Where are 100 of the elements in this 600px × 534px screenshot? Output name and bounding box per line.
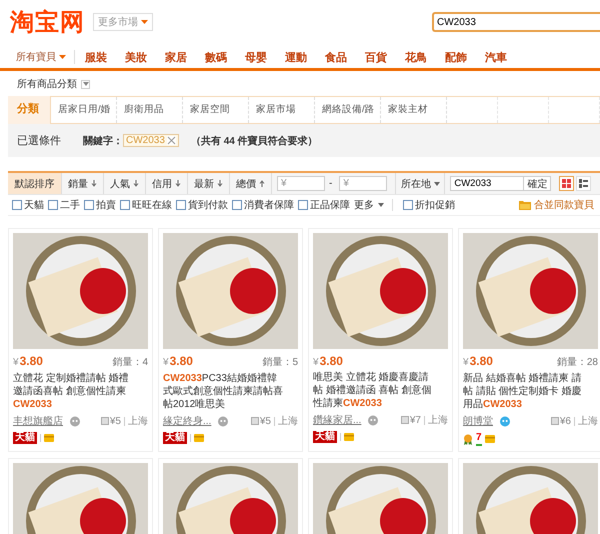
sort-button[interactable]: 默認排序 [8, 173, 62, 194]
filter-checkbox[interactable]: 拍賣 [84, 198, 116, 212]
category-link[interactable]: 網絡設備/路 [315, 97, 381, 123]
more-dropdown[interactable]: 更多 [354, 198, 384, 212]
card-icon[interactable] [44, 434, 54, 442]
location: 上海 [428, 414, 448, 427]
folder-icon [519, 200, 531, 210]
product-card[interactable]: ¥3.80 銷量：4 立體花 定制婚禮請帖 婚禮邀請函喜帖 創意個性請柬 CW2033 丰想旗艦店 ¥5 上海 天貓 [8, 228, 153, 452]
shop-link[interactable]: 鑽緣家居... [313, 413, 362, 427]
category-link[interactable]: 居家日用/婚 [51, 97, 117, 123]
nav-link[interactable]: 運動 [285, 50, 307, 64]
category-label: 分類 [8, 96, 50, 124]
close-icon[interactable] [166, 136, 176, 145]
nav-link[interactable]: 服裝 [85, 50, 107, 64]
list-view-button[interactable] [576, 176, 592, 191]
nav-link[interactable]: 美妝 [125, 50, 147, 64]
category-link[interactable]: 家居空間 [183, 97, 249, 123]
category-link[interactable]: 家居市場 [249, 97, 315, 123]
arrow-up-icon [259, 180, 265, 187]
range-dash: - [329, 178, 332, 189]
chat-icon[interactable] [217, 415, 230, 427]
tmall-badge[interactable]: 天貓 [313, 431, 337, 443]
card-icon[interactable] [194, 434, 204, 442]
caret-icon [59, 55, 66, 59]
category-link[interactable]: 家裝主材 [381, 97, 447, 123]
filter-checkbox[interactable]: 折扣促銷 [403, 198, 455, 212]
category-link[interactable]: 廚衛用品 [117, 97, 183, 123]
nav-link[interactable]: 花鳥 [405, 50, 427, 64]
tmall-badge[interactable]: 天貓 [163, 432, 187, 444]
caret-icon [434, 182, 440, 186]
shipping-icon [100, 417, 109, 425]
tmall-badge[interactable]: 天貓 [13, 432, 37, 444]
shipping-fee: ¥5 [100, 416, 121, 426]
sort-button[interactable]: 人氣 [104, 173, 146, 194]
filter-checkbox[interactable]: 消費者保障 [232, 198, 294, 212]
search-field[interactable]: CW2033 [432, 12, 600, 32]
product-card[interactable]: ¥3.80 唯思美 立體花 婚慶喜慶請帖 婚禮邀請函 喜帖 創意個性請柬CW2033 鑽緣家居... ¥7 上海 天貓 [308, 228, 453, 452]
nav-link[interactable]: 家居 [165, 50, 187, 64]
sales-count: 銷量：4 [112, 356, 148, 369]
price: ¥3.80 [13, 354, 43, 368]
sort-button[interactable]: 信用 [146, 173, 188, 194]
shipping-fee: ¥7 [400, 414, 421, 426]
location: 上海 [578, 414, 598, 428]
location-dropdown[interactable]: 所在地 [395, 173, 446, 194]
conditions-label: 已選條件 [16, 134, 62, 148]
dropdown-toggle[interactable] [81, 80, 90, 88]
return-badge[interactable]: 7 [476, 432, 482, 446]
merge-items-link[interactable]: 合並同款寶貝 [519, 198, 594, 212]
sort-button[interactable]: 總價 [230, 173, 272, 194]
min-price-field[interactable]: ¥ [277, 176, 325, 191]
shop-link[interactable]: 丰想旗艦店 [13, 414, 63, 428]
location: 上海 [278, 414, 298, 428]
medal-icon[interactable] [463, 434, 473, 444]
keyword-label: 關鍵字： [83, 134, 123, 148]
category-toggle-label: 所有商品分類 [17, 78, 77, 91]
filter-checkbox[interactable]: 二手 [48, 198, 80, 212]
price: ¥3.80 [163, 354, 193, 368]
all-items-menu[interactable]: 所有寶貝 [16, 50, 75, 64]
price: ¥3.80 [313, 354, 343, 368]
card-icon[interactable] [484, 435, 495, 443]
product-title-link[interactable]: 立體花 定制婚禮請帖 婚禮邀請函喜帖 創意個性請柬 CW2033 [13, 372, 133, 411]
shop-link[interactable]: 朗博堂 [463, 414, 493, 428]
filter-checkbox[interactable]: 天貓 [12, 198, 44, 212]
grid-view-button[interactable] [559, 176, 574, 191]
arrow-down-icon [133, 180, 139, 187]
chat-icon[interactable] [367, 414, 380, 426]
nav-link[interactable]: 配飾 [445, 50, 467, 64]
nav-link[interactable]: 母嬰 [245, 50, 267, 64]
product-title-link[interactable]: 新品 結婚喜帖 婚禮請柬 請帖 請貼 個性定制婚卡 婚慶用品CW2033 [463, 372, 583, 411]
card-icon[interactable] [344, 433, 354, 441]
filter-checkbox[interactable]: 正品保障 [298, 198, 350, 212]
confirm-button[interactable]: 確定 [523, 176, 552, 191]
product-title-link[interactable]: 唯思美 立體花 婚慶喜慶請帖 婚禮邀請函 喜帖 創意個性請柬CW2033 [313, 371, 433, 410]
product-title-link[interactable]: CW2033PC33結婚婚禮韓式歐式創意個性請柬請帖喜帖2012唯思美 [163, 372, 283, 411]
filter-checkbox[interactable]: 旺旺在線 [120, 198, 172, 212]
location: 上海 [128, 414, 148, 428]
sales-count: 銷量：28 [556, 356, 598, 369]
shop-link[interactable]: 緣定終身... [163, 414, 212, 428]
product-card[interactable]: ¥3.80 銷量：5 CW2033PC33結婚婚禮韓式歐式創意個性請柬請帖喜帖2012唯思美 緣定終身... ¥5 上海 天貓 [158, 228, 303, 452]
arrow-down-icon [175, 180, 181, 187]
caret-icon [141, 20, 148, 24]
shipping-fee: ¥5 [250, 416, 271, 426]
result-summary: （共有 44 件寶貝符合要求） [190, 134, 318, 148]
nav-link[interactable]: 食品 [325, 50, 347, 64]
chat-icon[interactable] [499, 415, 511, 427]
sales-count: 銷量：5 [262, 356, 298, 369]
shipping-fee: ¥6 [550, 416, 571, 426]
sort-button[interactable]: 銷量 [62, 173, 104, 194]
nav-link[interactable]: 數碼 [205, 50, 227, 64]
arrow-down-icon [217, 180, 223, 187]
chat-icon[interactable] [69, 415, 81, 427]
nav-link[interactable]: 汽車 [485, 50, 507, 64]
max-price-field[interactable]: ¥ [339, 176, 388, 191]
query-field[interactable]: CW2033 [450, 176, 524, 191]
nav-link[interactable]: 百貨 [365, 50, 387, 64]
sort-button[interactable]: 最新 [188, 173, 230, 194]
shipping-icon [250, 417, 259, 425]
filter-checkbox[interactable]: 貨到付款 [176, 198, 228, 212]
caret-icon [378, 203, 384, 207]
product-card[interactable]: ¥3.80 銷量：28 新品 結婚喜帖 婚禮請柬 請帖 請貼 個性定制婚卡 婚慶用品CW2033 朗博堂 ¥6 上海 7 [458, 228, 600, 452]
